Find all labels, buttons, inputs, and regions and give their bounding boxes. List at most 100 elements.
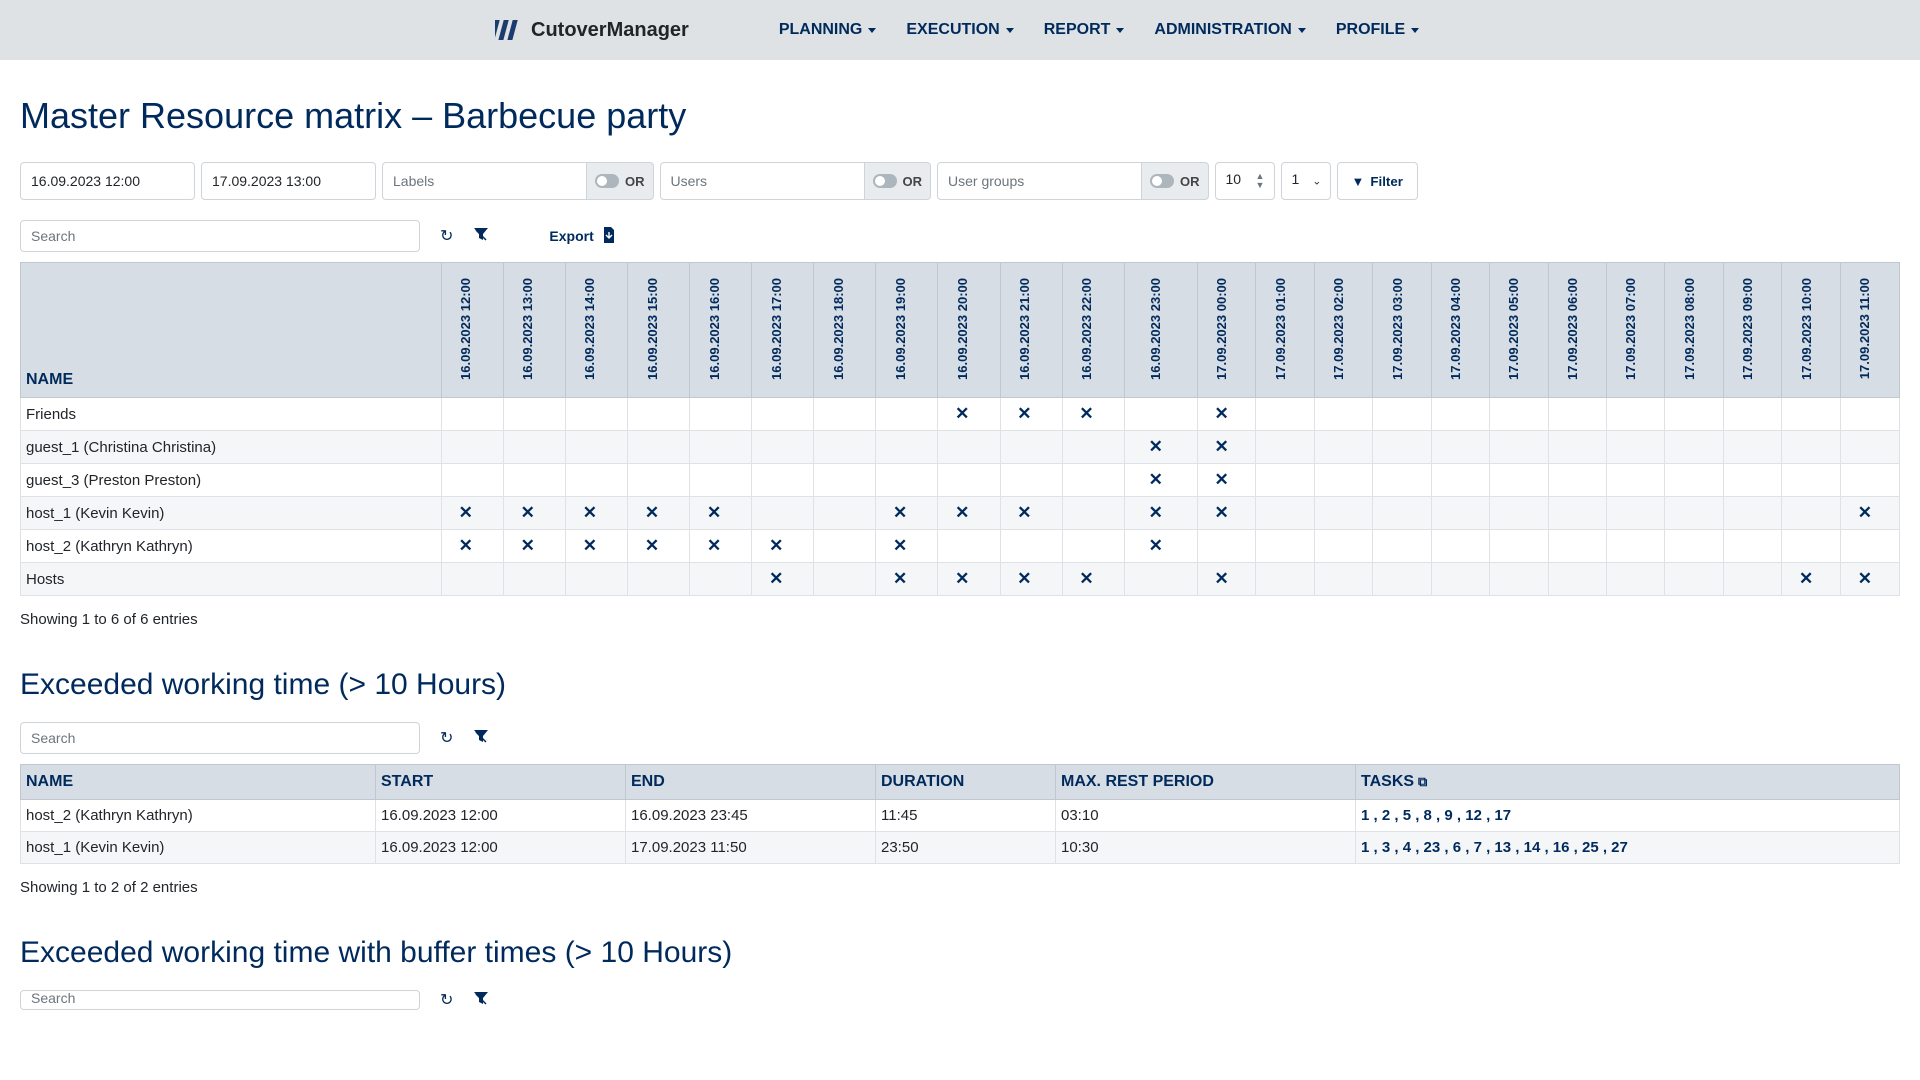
matrix-time-header[interactable]: 16.09.2023 20:00 bbox=[938, 263, 986, 398]
matrix-time-header[interactable]: 17.09.2023 01:00 bbox=[1256, 263, 1304, 398]
matrix-time-header[interactable]: 16.09.2023 14:00 bbox=[566, 263, 614, 398]
export-button[interactable]: Export bbox=[549, 227, 615, 246]
matrix-cell-spacer bbox=[924, 398, 938, 431]
matrix-time-header[interactable]: 16.09.2023 23:00 bbox=[1124, 263, 1187, 398]
matrix-time-header[interactable]: 16.09.2023 15:00 bbox=[628, 263, 676, 398]
clear-filter-icon[interactable] bbox=[473, 729, 489, 748]
matrix-cell bbox=[1314, 530, 1362, 563]
matrix-cell-spacer bbox=[1596, 431, 1607, 464]
nav-item-administration[interactable]: ADMINISTRATION bbox=[1154, 21, 1305, 39]
matrix-time-header[interactable]: 17.09.2023 04:00 bbox=[1431, 263, 1479, 398]
matrix-cell-spacer bbox=[1421, 464, 1432, 497]
matrix-time-header[interactable]: 17.09.2023 08:00 bbox=[1665, 263, 1713, 398]
exceeded-header[interactable]: DURATION bbox=[876, 765, 1056, 800]
matrix-time-header[interactable]: 16.09.2023 13:00 bbox=[503, 263, 551, 398]
matrix-time-header[interactable]: 17.09.2023 09:00 bbox=[1723, 263, 1771, 398]
matrix-cell bbox=[1490, 464, 1538, 497]
matrix-cell-spacer bbox=[1187, 563, 1198, 596]
page-size-spinner[interactable]: 10 ▲▼ bbox=[1215, 162, 1275, 200]
exceeded-search-input[interactable] bbox=[20, 722, 420, 754]
matrix-time-header-spacer bbox=[552, 263, 566, 398]
matrix-search-input[interactable] bbox=[20, 220, 420, 252]
labels-or-toggle[interactable]: OR bbox=[586, 162, 654, 200]
nav-item-report[interactable]: REPORT bbox=[1044, 21, 1125, 39]
clear-filter-icon[interactable] bbox=[473, 991, 489, 1010]
matrix-time-header[interactable]: 17.09.2023 03:00 bbox=[1373, 263, 1421, 398]
exceeded-header[interactable]: START bbox=[376, 765, 626, 800]
exceeded-cell-tasks[interactable]: 1 , 2 , 5 , 8 , 9 , 12 , 17 bbox=[1356, 800, 1900, 832]
matrix-cell-spacer bbox=[1110, 497, 1124, 530]
matrix-cell-spacer bbox=[800, 464, 814, 497]
matrix-time-header[interactable]: 17.09.2023 05:00 bbox=[1490, 263, 1538, 398]
matrix-cell-spacer bbox=[800, 398, 814, 431]
matrix-time-header[interactable]: 16.09.2023 19:00 bbox=[876, 263, 924, 398]
users-or-toggle[interactable]: OR bbox=[864, 162, 932, 200]
matrix-cell-spacer bbox=[676, 497, 690, 530]
exceeded-buffer-search-input[interactable] bbox=[20, 990, 420, 1010]
exceeded-cell-start: 16.09.2023 12:00 bbox=[376, 832, 626, 864]
matrix-name-header[interactable]: NAME bbox=[21, 263, 442, 398]
matrix-cell bbox=[1782, 464, 1830, 497]
exceeded-header[interactable]: MAX. REST PERIOD bbox=[1056, 765, 1356, 800]
matrix-cell-spacer bbox=[738, 431, 752, 464]
matrix-cell-spacer bbox=[1304, 398, 1315, 431]
matrix-cell-spacer bbox=[800, 431, 814, 464]
matrix-time-header[interactable]: 16.09.2023 17:00 bbox=[752, 263, 800, 398]
matrix-cell: ✕ bbox=[441, 497, 489, 530]
filter-button[interactable]: ▼ Filter bbox=[1337, 162, 1418, 200]
date-end-input[interactable] bbox=[201, 162, 376, 200]
toggle-icon bbox=[873, 174, 897, 188]
column-select[interactable]: 1 ⌄ bbox=[1281, 162, 1331, 200]
matrix-cell bbox=[1548, 398, 1596, 431]
exceeded-header[interactable]: TASKS⧉ bbox=[1356, 765, 1900, 800]
exceeded-header[interactable]: END bbox=[626, 765, 876, 800]
clear-filter-icon[interactable] bbox=[473, 227, 489, 246]
labels-input[interactable] bbox=[382, 162, 587, 200]
matrix-cell-spacer bbox=[1187, 497, 1198, 530]
matrix-cell bbox=[1607, 431, 1655, 464]
matrix-cell-spacer bbox=[1596, 464, 1607, 497]
exceeded-header[interactable]: NAME bbox=[21, 765, 376, 800]
brand[interactable]: CutoverManager bbox=[495, 19, 689, 42]
nav-item-profile[interactable]: PROFILE bbox=[1336, 21, 1419, 39]
matrix-time-header[interactable]: 17.09.2023 02:00 bbox=[1314, 263, 1362, 398]
exceeded-cell-tasks[interactable]: 1 , 3 , 4 , 23 , 6 , 7 , 13 , 14 , 16 , … bbox=[1356, 832, 1900, 864]
matrix-cell bbox=[1431, 431, 1479, 464]
matrix-time-header[interactable]: 16.09.2023 12:00 bbox=[441, 263, 489, 398]
refresh-icon[interactable]: ↻ bbox=[440, 990, 453, 1010]
refresh-icon[interactable]: ↻ bbox=[440, 226, 453, 246]
date-start-input[interactable] bbox=[20, 162, 195, 200]
matrix-cell-spacer bbox=[1362, 563, 1373, 596]
matrix-cell bbox=[1665, 398, 1713, 431]
matrix-cell bbox=[1373, 464, 1421, 497]
matrix-time-header[interactable]: 16.09.2023 22:00 bbox=[1062, 263, 1110, 398]
matrix-cell: ✕ bbox=[938, 497, 986, 530]
matrix-time-header[interactable]: 16.09.2023 21:00 bbox=[1000, 263, 1048, 398]
exceeded-title: Exceeded working time (> 10 Hours) bbox=[20, 668, 1900, 702]
users-input[interactable] bbox=[660, 162, 865, 200]
matrix-time-header[interactable]: 17.09.2023 06:00 bbox=[1548, 263, 1596, 398]
matrix-cell bbox=[1256, 431, 1304, 464]
spinner-controls-icon[interactable]: ▲▼ bbox=[1256, 163, 1272, 199]
matrix-cell-spacer bbox=[738, 398, 752, 431]
groups-or-toggle[interactable]: OR bbox=[1141, 162, 1209, 200]
matrix-time-header[interactable]: 17.09.2023 10:00 bbox=[1782, 263, 1830, 398]
matrix-cell-spacer bbox=[1362, 530, 1373, 563]
external-link-icon: ⧉ bbox=[1418, 774, 1427, 789]
matrix-time-header[interactable]: 17.09.2023 07:00 bbox=[1607, 263, 1655, 398]
matrix-cell-spacer bbox=[800, 530, 814, 563]
matrix-time-header-spacer bbox=[862, 263, 876, 398]
nav-item-execution[interactable]: EXECUTION bbox=[906, 21, 1013, 39]
matrix-time-header[interactable]: 17.09.2023 11:00 bbox=[1841, 263, 1889, 398]
matrix-cell-spacer bbox=[986, 563, 1000, 596]
nav-item-planning[interactable]: PLANNING bbox=[779, 21, 877, 39]
matrix-cell-spacer bbox=[1596, 497, 1607, 530]
matrix-time-header[interactable]: 17.09.2023 00:00 bbox=[1197, 263, 1245, 398]
matrix-time-header[interactable]: 16.09.2023 18:00 bbox=[814, 263, 862, 398]
refresh-icon[interactable]: ↻ bbox=[440, 728, 453, 748]
matrix-time-header[interactable]: 16.09.2023 16:00 bbox=[690, 263, 738, 398]
matrix-cell-spacer bbox=[738, 530, 752, 563]
matrix-cell-spacer bbox=[1048, 431, 1062, 464]
exceeded-cell-rest: 10:30 bbox=[1056, 832, 1356, 864]
user-groups-input[interactable] bbox=[937, 162, 1142, 200]
